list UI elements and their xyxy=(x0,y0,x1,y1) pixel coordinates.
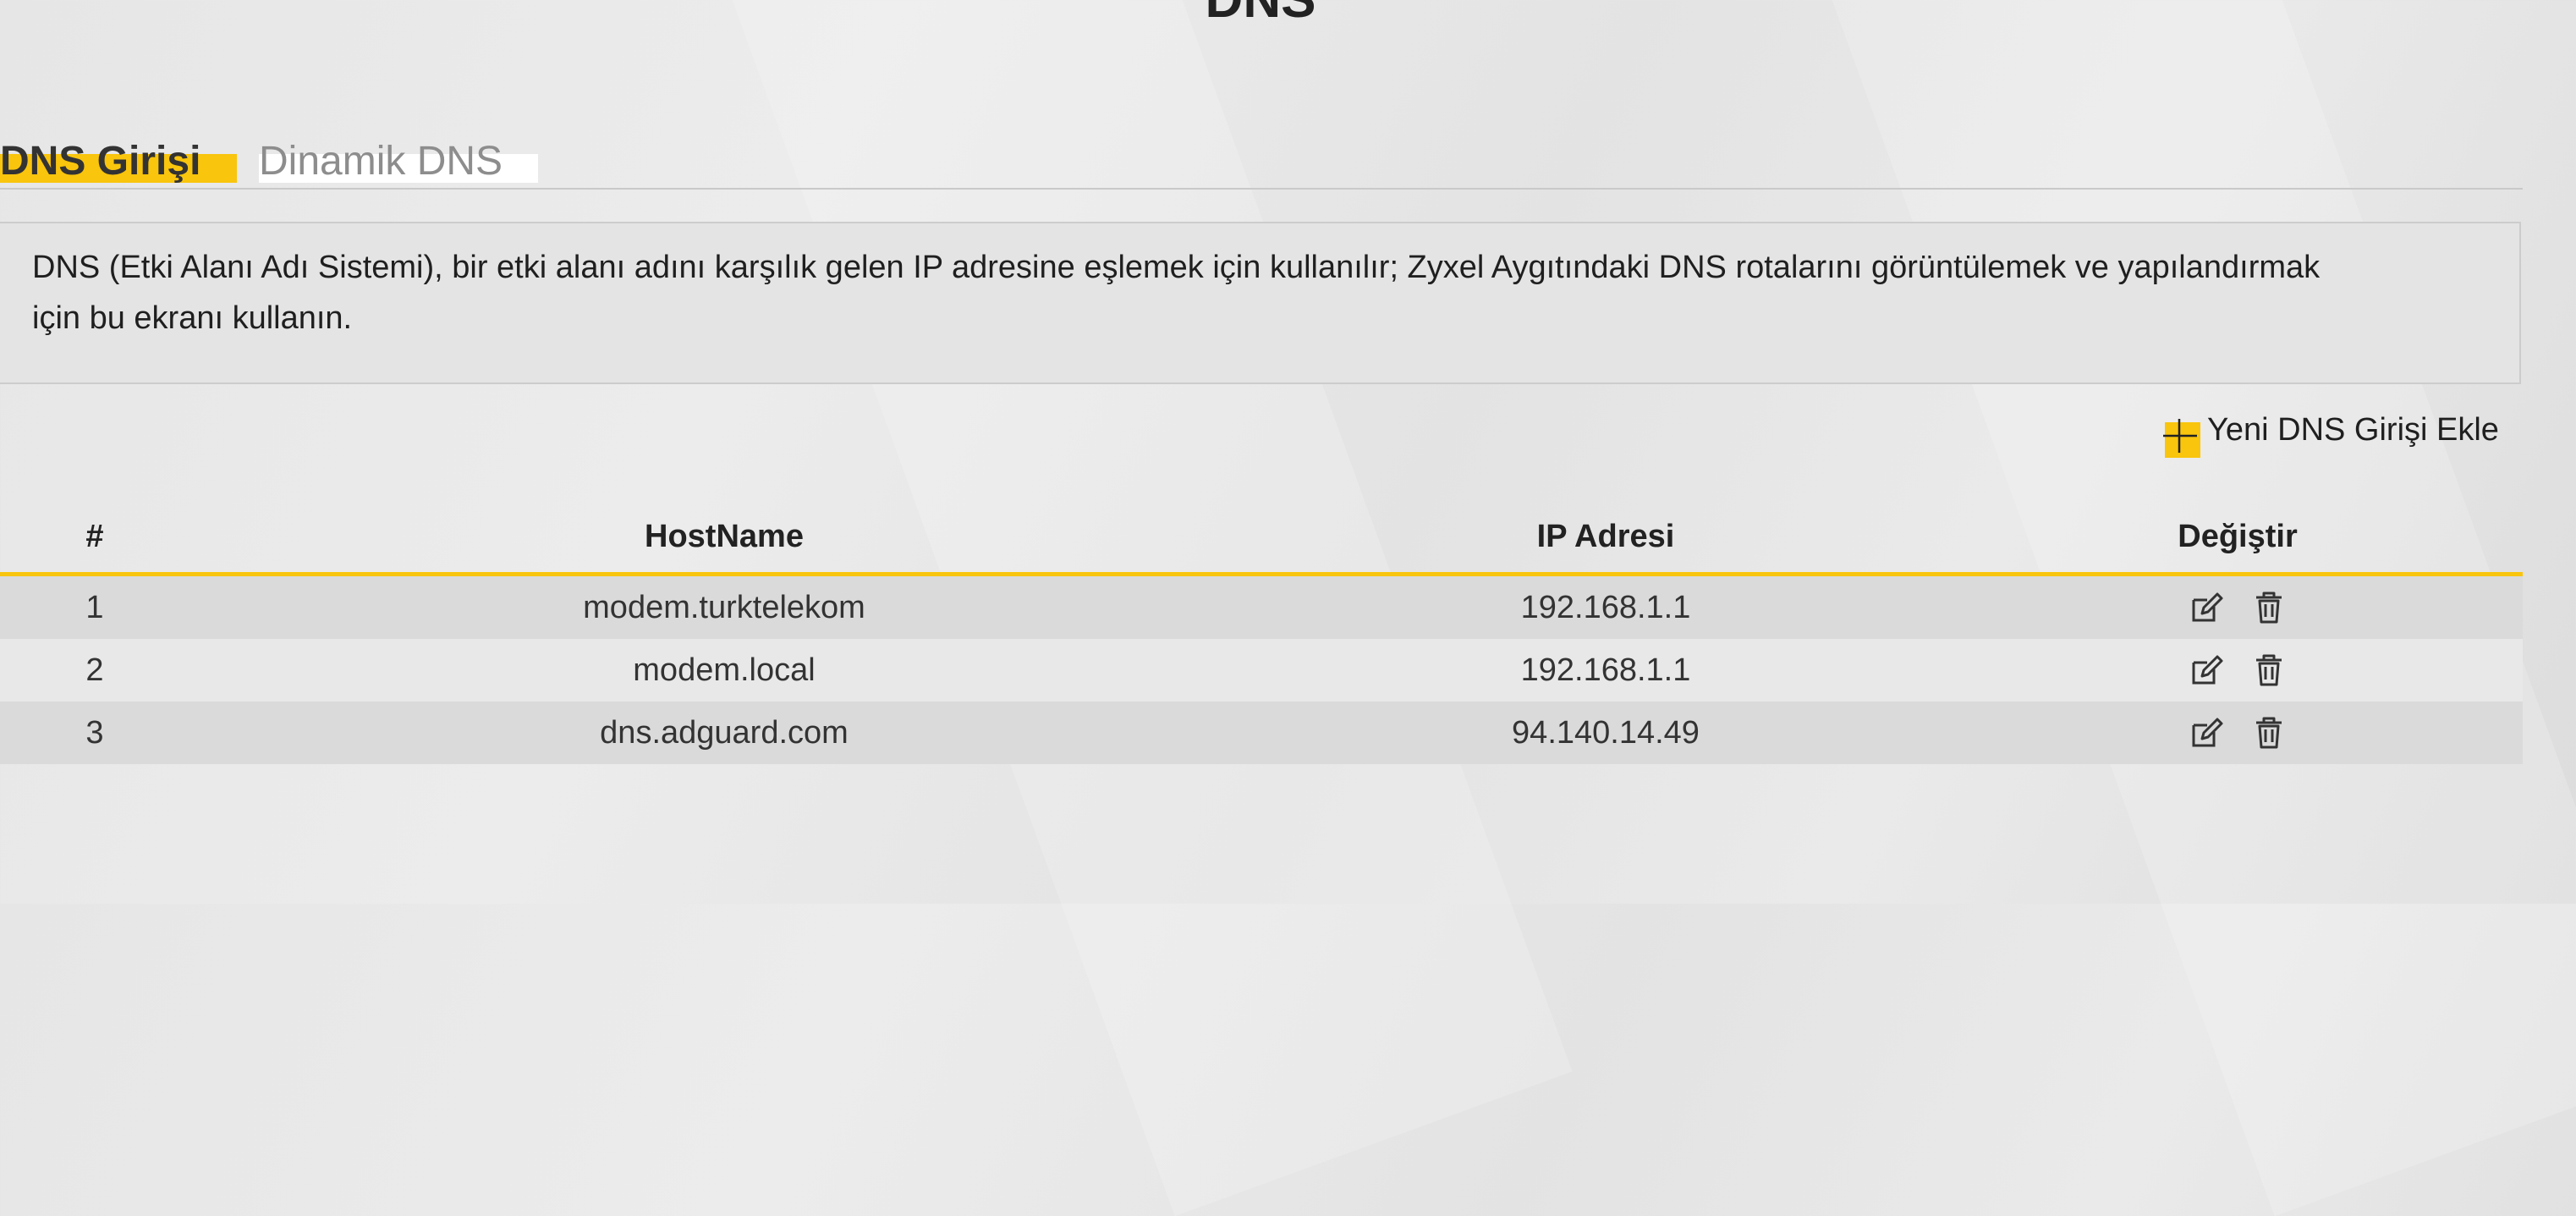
cell-ip: 192.168.1.1 xyxy=(1259,574,1953,639)
page-title: DNS xyxy=(0,0,2521,26)
cell-actions xyxy=(1953,574,2523,639)
add-dns-entry-label: Yeni DNS Girişi Ekle xyxy=(2207,411,2499,448)
column-header-ip: IP Adresi xyxy=(1259,501,1953,576)
table-header-row: # HostName IP Adresi Değiştir xyxy=(0,501,2523,576)
cell-ip: 192.168.1.1 xyxy=(1259,639,1953,702)
edit-icon[interactable] xyxy=(2187,651,2226,690)
info-text-line: DNS (Etki Alanı Adı Sistemi), bir etki a… xyxy=(32,250,2321,285)
edit-icon[interactable] xyxy=(2187,588,2226,627)
info-text-line: için bu ekranı kullanın. xyxy=(32,300,353,336)
column-header-edit: Değiştir xyxy=(1953,501,2523,576)
cell-num: 1 xyxy=(0,574,189,639)
trash-icon[interactable] xyxy=(2249,651,2288,690)
tab-dynamic-dns[interactable]: Dinamik DNS xyxy=(259,135,538,188)
table-row: 2 modem.local 192.168.1.1 xyxy=(0,639,2523,702)
tab-bar: DNS Girişi Dinamik DNS xyxy=(0,135,2523,190)
table-row: 1 modem.turktelekom 192.168.1.1 xyxy=(0,574,2523,639)
edit-icon[interactable] xyxy=(2187,713,2226,752)
trash-icon[interactable] xyxy=(2249,588,2288,627)
cell-ip: 94.140.14.49 xyxy=(1259,702,1953,764)
tab-dns-entry[interactable]: DNS Girişi xyxy=(0,135,237,188)
dns-entries-table: # HostName IP Adresi Değiştir 1 modem.tu… xyxy=(0,501,2523,764)
tab-label: Dinamik DNS xyxy=(259,139,503,184)
cell-hostname: dns.adguard.com xyxy=(189,702,1259,764)
add-dns-entry-button[interactable]: Yeni DNS Girişi Ekle xyxy=(2161,404,2499,458)
cell-actions xyxy=(1953,702,2523,764)
cell-hostname: modem.local xyxy=(189,639,1259,702)
cell-num: 3 xyxy=(0,702,189,764)
column-header-hostname: HostName xyxy=(189,501,1259,576)
trash-icon[interactable] xyxy=(2249,713,2288,752)
table-row: 3 dns.adguard.com 94.140.14.49 xyxy=(0,702,2523,764)
tab-label: DNS Girişi xyxy=(0,139,201,184)
info-box: DNS (Etki Alanı Adı Sistemi), bir etki a… xyxy=(0,222,2521,384)
column-header-num: # xyxy=(0,501,189,576)
plus-icon xyxy=(2161,417,2200,458)
cell-hostname: modem.turktelekom xyxy=(189,574,1259,639)
cell-num: 2 xyxy=(0,639,189,702)
cell-actions xyxy=(1953,639,2523,702)
